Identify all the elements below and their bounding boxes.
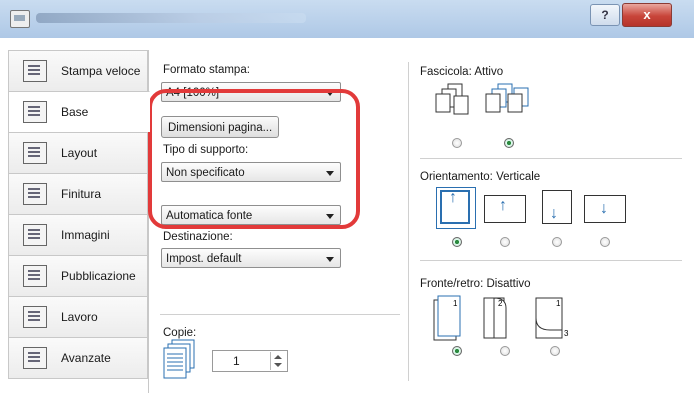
print-properties-dialog: Stampa veloce Base Layout Finitura Immag… — [0, 38, 694, 393]
svg-text:2: 2 — [498, 299, 503, 308]
orientation-label: Orientamento: — [420, 171, 493, 183]
duplex-label: Fronte/retro: — [420, 278, 484, 290]
svg-text:1: 1 — [453, 299, 458, 308]
collate-on-radio[interactable] — [504, 138, 514, 148]
tab-label: Lavoro — [61, 310, 98, 324]
collate-off-icon — [435, 83, 469, 115]
landscape-radio[interactable] — [500, 237, 510, 247]
basic-icon — [23, 101, 47, 123]
imaging-icon — [23, 224, 47, 246]
copies-icon — [163, 339, 195, 379]
publishing-icon — [23, 265, 47, 287]
print-size-label: Formato stampa: — [163, 64, 250, 76]
collate-title: Fascicola: Attivo — [420, 66, 503, 78]
tab-label: Avanzate — [61, 351, 111, 365]
duplex-illustrations: 1 2 1 3 — [433, 295, 569, 341]
window-title-blurred — [36, 13, 306, 23]
divider — [420, 158, 682, 159]
arrow-down-icon: ↓ — [600, 200, 608, 217]
collate-value: Attivo — [474, 66, 504, 78]
tab-finishing[interactable]: Finitura — [8, 173, 148, 214]
duplex-off-radio[interactable] — [452, 346, 462, 356]
duplex-short-edge-radio[interactable] — [550, 346, 560, 356]
quick-print-icon — [23, 60, 47, 82]
tab-publishing[interactable]: Pubblicazione — [8, 255, 148, 296]
svg-text:1: 1 — [556, 299, 561, 308]
title-bar: ? x — [0, 0, 694, 39]
finishing-icon — [23, 183, 47, 205]
chevron-up-icon[interactable] — [274, 355, 282, 359]
arrow-up-icon: ↑ — [499, 197, 507, 214]
tab-label: Finitura — [61, 187, 102, 201]
duplex-long-edge-radio[interactable] — [500, 346, 510, 356]
chevron-down-icon — [326, 257, 334, 262]
stepper-buttons[interactable] — [270, 352, 285, 370]
panel-divider — [408, 62, 409, 381]
divider — [160, 314, 400, 315]
copies-value: 1 — [233, 354, 240, 368]
collate-on-icon — [485, 83, 529, 113]
svg-text:3: 3 — [564, 329, 569, 338]
orientation-title: Orientamento: Verticale — [420, 171, 540, 183]
duplex-long-edge-icon: 2 — [483, 297, 507, 339]
tab-advanced[interactable]: Avanzate — [8, 337, 148, 379]
orientation-value: Verticale — [496, 171, 541, 183]
tab-label: Stampa veloce — [61, 64, 141, 78]
close-button[interactable]: x — [622, 3, 672, 27]
arrow-up-icon: ↑ — [449, 189, 457, 206]
simplex-icon: 1 — [433, 295, 461, 341]
landscape-rotated-radio[interactable] — [600, 237, 610, 247]
tab-label: Pubblicazione — [61, 269, 136, 283]
app-icon — [10, 10, 30, 28]
tab-basic[interactable]: Base — [8, 91, 150, 132]
duplex-value: Disattivo — [486, 278, 531, 290]
portrait-radio[interactable] — [452, 237, 462, 247]
tab-quick-print[interactable]: Stampa veloce — [8, 50, 148, 91]
job-icon — [23, 306, 47, 328]
destination-label: Destinazione: — [163, 231, 233, 243]
layout-icon — [23, 142, 47, 164]
tab-imaging[interactable]: Immagini — [8, 214, 148, 255]
arrow-down-icon: ↓ — [550, 205, 558, 222]
tab-label: Layout — [61, 146, 98, 160]
tab-layout[interactable]: Layout — [8, 132, 148, 173]
destination-value: Impost. default — [166, 253, 242, 265]
highlight-frame — [148, 89, 360, 229]
tab-label: Immagini — [61, 228, 110, 242]
tab-job[interactable]: Lavoro — [8, 296, 148, 337]
chevron-down-icon[interactable] — [274, 363, 282, 367]
duplex-title: Fronte/retro: Disattivo — [420, 278, 531, 290]
collate-label: Fascicola: — [420, 66, 472, 78]
copies-stepper[interactable]: 1 — [212, 350, 288, 372]
divider — [420, 260, 682, 261]
destination-select[interactable]: Impost. default — [161, 248, 341, 268]
tab-list: Stampa veloce Base Layout Finitura Immag… — [8, 50, 150, 379]
collate-illustrations — [435, 83, 529, 115]
collate-off-radio[interactable] — [452, 138, 462, 148]
duplex-short-edge-icon: 1 3 — [535, 297, 569, 339]
advanced-icon — [23, 347, 47, 369]
portrait-rotated-radio[interactable] — [552, 237, 562, 247]
tab-label: Base — [61, 105, 89, 119]
help-button[interactable]: ? — [590, 4, 620, 26]
